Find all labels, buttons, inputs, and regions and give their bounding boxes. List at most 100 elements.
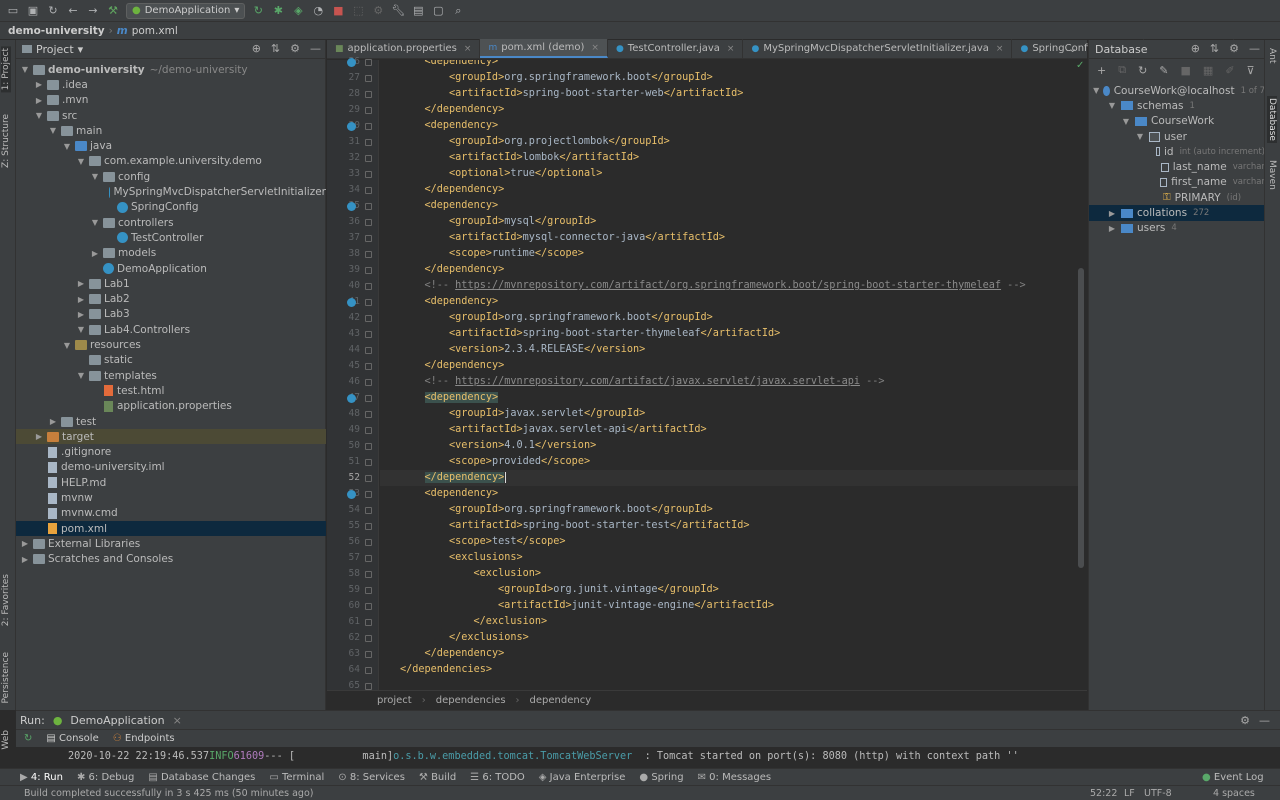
tree-item[interactable]: ▼ templates	[16, 368, 326, 383]
code-line[interactable]: <dependency>	[380, 486, 1080, 502]
class-icon[interactable]	[117, 232, 128, 244]
code-line[interactable]: <groupId>mysql</groupId>	[380, 214, 1080, 230]
line-number[interactable]: 42	[349, 312, 360, 323]
editor-tab[interactable]: ● TestController.java ×	[608, 39, 744, 58]
tree-item-label[interactable]: main	[76, 125, 102, 137]
project-panel-title[interactable]: Project	[36, 43, 74, 56]
db-tree-item[interactable]: ▼ CourseWork	[1089, 114, 1265, 129]
folder-icon[interactable]	[89, 156, 101, 167]
line-number[interactable]: 64	[349, 664, 360, 675]
line-number[interactable]: 32	[349, 152, 360, 163]
tool-window-label[interactable]: Spring	[651, 772, 683, 783]
tree-item[interactable]: ▶ target	[16, 429, 326, 445]
code-line[interactable]: </dependency>	[380, 262, 1080, 278]
expanded-arrow-icon[interactable]: ▼	[48, 126, 58, 135]
tree-item[interactable]: ▶ Lab1	[16, 276, 326, 291]
tree-item[interactable]: static	[16, 353, 326, 368]
tree-item[interactable]: ▼ com.example.university.demo	[16, 154, 326, 169]
fold-marker-icon[interactable]	[365, 187, 372, 194]
server-icon[interactable]	[1103, 85, 1110, 96]
tree-item-label[interactable]: application.properties	[117, 400, 232, 412]
tree-item[interactable]: ▶ Lab2	[16, 292, 326, 307]
expanded-arrow-icon[interactable]: ▼	[1093, 86, 1099, 95]
code-line[interactable]	[380, 678, 1080, 690]
fold-marker-icon[interactable]	[365, 411, 372, 418]
fold-marker-icon[interactable]	[365, 363, 372, 370]
tree-item[interactable]: test.html	[16, 383, 326, 398]
status-message[interactable]: Build completed successfully in 3 s 425 …	[24, 788, 314, 799]
breadcrumb-item[interactable]: dependency	[530, 695, 592, 706]
fold-marker-icon[interactable]	[365, 507, 372, 514]
tree-item-label[interactable]: Lab1	[104, 278, 130, 290]
db-item-label[interactable]: user	[1164, 131, 1187, 143]
tree-item[interactable]: ▶ Lab3	[16, 307, 326, 322]
code-line[interactable]: </dependencies>	[380, 662, 1080, 678]
db-tree-item[interactable]: ⚿ PRIMARY (id)	[1089, 190, 1265, 205]
tree-item-label[interactable]: .gitignore	[61, 446, 111, 458]
code-line[interactable]: <optional>true</optional>	[380, 166, 1080, 182]
fold-marker-icon[interactable]	[365, 603, 372, 610]
forward-icon[interactable]: →	[86, 4, 100, 18]
tool-window-icon[interactable]: ✱	[77, 772, 89, 783]
collapse-icon[interactable]: ⇅	[1210, 42, 1219, 55]
tree-item[interactable]: ▼ Lab4.Controllers	[16, 322, 326, 337]
fold-marker-icon[interactable]	[365, 667, 372, 674]
db-item-detail[interactable]: varchar	[1233, 177, 1265, 187]
back-icon[interactable]: ←	[66, 4, 80, 18]
tool-window-icon[interactable]: ✉	[698, 772, 710, 783]
maven-tool-tab[interactable]: Maven	[1267, 160, 1277, 190]
tool-window-button[interactable]: ⚒ Build	[419, 772, 456, 783]
line-number[interactable]: 37	[349, 232, 360, 243]
file-file-icon[interactable]	[48, 477, 57, 489]
fold-marker-icon[interactable]	[365, 107, 372, 114]
hide-icon[interactable]: —	[310, 42, 321, 55]
class-icon[interactable]	[108, 186, 111, 198]
class-file-icon[interactable]: ●	[616, 44, 624, 54]
db-tree-item[interactable]: ▼ CourseWork@localhost 1 of 7	[1089, 83, 1265, 98]
collapsed-arrow-icon[interactable]: ▶	[90, 249, 100, 258]
tree-item[interactable]: ▼ src	[16, 108, 326, 123]
code-line[interactable]: <dependency>	[380, 60, 1080, 70]
tab-label[interactable]: pom.xml (demo)	[501, 42, 584, 53]
line-separator[interactable]: LF	[1124, 788, 1135, 799]
code-line[interactable]: <artifactId>spring-boot-starter-thymelea…	[380, 326, 1080, 342]
folder-icon[interactable]	[103, 217, 115, 228]
db-item-detail[interactable]: 272	[1193, 208, 1209, 218]
tree-item[interactable]: HELP.md	[16, 475, 326, 490]
table-icon[interactable]	[1149, 131, 1160, 142]
fold-marker-icon[interactable]	[365, 123, 372, 130]
tree-item-label[interactable]: Scratches and Consoles	[48, 553, 173, 565]
ant-tool-tab[interactable]: Ant	[1267, 48, 1277, 63]
project-tool-tab[interactable]: 1: Project	[1, 46, 11, 93]
tree-item[interactable]: ▼ demo-university ~/demo-university	[16, 62, 326, 77]
fold-marker-icon[interactable]	[365, 267, 372, 274]
tree-item[interactable]: mvnw	[16, 490, 326, 505]
tree-item-label[interactable]: SpringConfig	[131, 201, 199, 213]
tree-item[interactable]: TestController	[16, 230, 326, 245]
tool-window-label[interactable]: Java Enterprise	[550, 772, 626, 783]
file-file-icon[interactable]	[48, 507, 57, 519]
tool-window-icon[interactable]: ⚒	[419, 772, 431, 783]
db-tree-item[interactable]: last_name varchar	[1089, 160, 1265, 175]
tool-window-icon[interactable]: ☰	[470, 772, 482, 783]
navigate-dependency-icon[interactable]	[347, 202, 356, 211]
db-item-label[interactable]: PRIMARY	[1175, 192, 1221, 204]
prop-file-icon[interactable]	[104, 400, 113, 412]
build-hammer-icon[interactable]: ⚒	[106, 4, 120, 18]
tree-item[interactable]: .gitignore	[16, 445, 326, 460]
folder-icon[interactable]	[1121, 208, 1133, 218]
close-icon[interactable]: ×	[727, 44, 735, 54]
db-tree-item[interactable]: ▼ user	[1089, 129, 1265, 144]
navigate-dependency-icon[interactable]	[347, 490, 356, 499]
db-item-detail[interactable]: 1 of 7	[1241, 86, 1265, 96]
fold-marker-icon[interactable]	[365, 235, 372, 242]
code-line[interactable]: </exclusions>	[380, 630, 1080, 646]
file-file-icon[interactable]	[48, 446, 57, 458]
line-number[interactable]: 40	[349, 280, 360, 291]
code-line[interactable]: <exclusion>	[380, 566, 1080, 582]
column-icon[interactable]	[1159, 177, 1168, 187]
code-line[interactable]: </dependency>	[380, 102, 1080, 118]
stop-icon[interactable]: ■	[331, 4, 345, 18]
line-number[interactable]: 57	[349, 552, 360, 563]
tree-item[interactable]: mvnw.cmd	[16, 506, 326, 521]
